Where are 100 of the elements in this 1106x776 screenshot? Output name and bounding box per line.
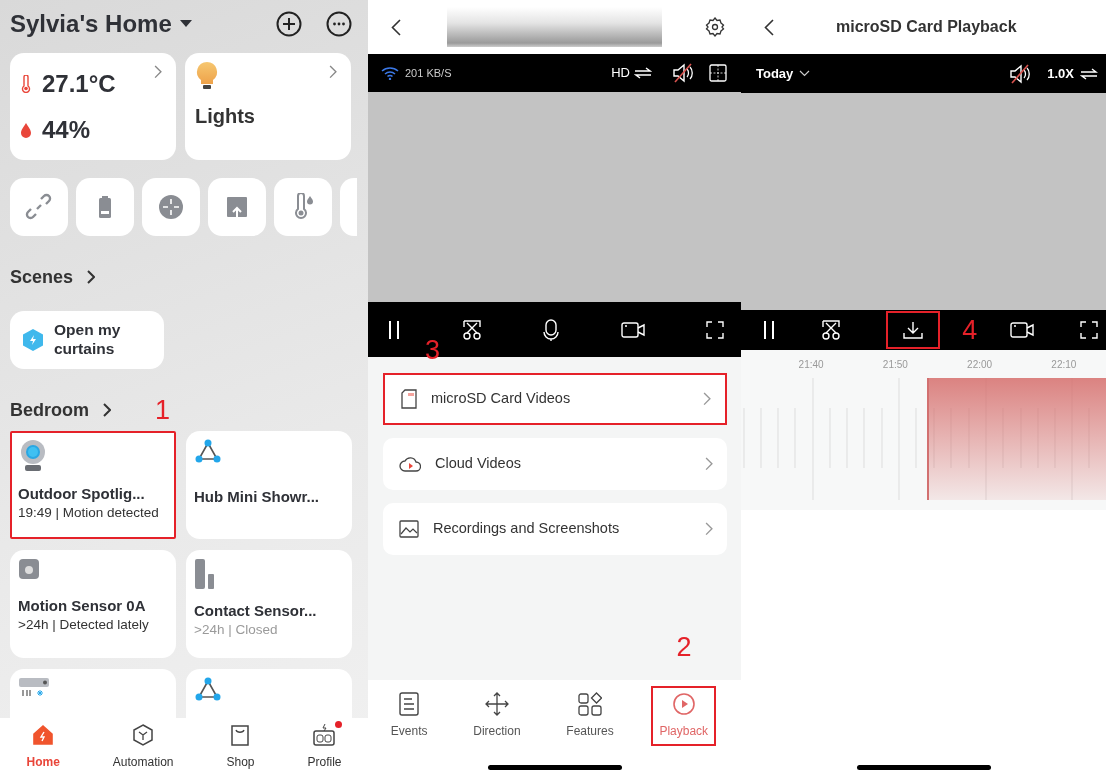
download-icon xyxy=(902,321,923,339)
temperature-reading: 27.1°C xyxy=(42,68,116,99)
cube-icon xyxy=(131,723,156,747)
step-number: 2 xyxy=(676,634,692,661)
pause-icon[interactable] xyxy=(763,320,775,340)
home-title[interactable]: Sylvia's Home xyxy=(10,6,172,42)
hexagon-bolt-icon xyxy=(22,328,44,352)
chevron-down-icon xyxy=(799,70,811,77)
chevron-right-icon xyxy=(154,65,162,79)
hub-icon xyxy=(194,677,222,703)
settings-icon[interactable] xyxy=(705,17,725,37)
shortcut-tile[interactable] xyxy=(76,178,134,236)
crosshair-icon xyxy=(157,193,185,221)
tab-bar-item[interactable]: Shop xyxy=(226,723,255,771)
image-icon xyxy=(399,520,419,538)
date-dropdown[interactable]: Today xyxy=(756,63,811,84)
time-label: 22:00 xyxy=(966,358,994,372)
tab-bar-item[interactable]: Direction xyxy=(465,686,529,746)
section-heading[interactable]: Scenes xyxy=(10,263,74,291)
scissors-icon[interactable] xyxy=(821,320,842,340)
dropdown-caret-icon[interactable] xyxy=(179,20,192,28)
device-card[interactable]: Contact Sensor... >24h | Closed xyxy=(186,550,352,658)
shortcut-tile[interactable] xyxy=(274,178,332,236)
screen-title: microSD Card Playback xyxy=(836,17,1017,37)
device-name: Motion Sensor 0A xyxy=(18,595,147,616)
chevron-right-icon xyxy=(703,392,711,406)
chevron-right-icon[interactable] xyxy=(103,403,111,417)
swap-icon[interactable] xyxy=(634,67,652,79)
device-name: Outdoor Spotlig... xyxy=(18,483,146,504)
tab-bar-item[interactable]: Profile xyxy=(307,723,342,771)
document-icon xyxy=(397,692,422,716)
time-label: 21:50 xyxy=(881,358,909,372)
microphone-icon[interactable] xyxy=(543,318,559,341)
scene-name: Open my curtains xyxy=(54,321,122,359)
robot-icon xyxy=(312,723,337,747)
fullscreen-icon[interactable] xyxy=(1080,321,1098,339)
climate-card[interactable]: 27.1°C 44% xyxy=(10,53,176,160)
shortcut-tile[interactable] xyxy=(208,178,266,236)
fullscreen-icon[interactable] xyxy=(706,320,724,339)
camera-icon xyxy=(18,439,48,473)
chevron-right-icon xyxy=(705,522,713,536)
time-label: 21:40 xyxy=(797,358,825,372)
humidity-drop-icon xyxy=(20,121,32,138)
menu-item[interactable]: Cloud Videos xyxy=(383,438,727,490)
shortcut-tile[interactable] xyxy=(10,178,68,236)
back-icon[interactable] xyxy=(391,18,401,36)
tab-bar-item[interactable]: Features xyxy=(558,686,622,746)
motion-sensor-icon xyxy=(18,558,40,580)
thermometer-icon xyxy=(20,74,32,93)
scene-card[interactable]: Open my curtains xyxy=(10,311,164,369)
cloud-play-icon xyxy=(399,456,421,472)
unlinked-icon xyxy=(25,193,53,221)
device-name: Hub Mini Showr... xyxy=(194,486,320,507)
humidity-reading: 44% xyxy=(42,114,91,145)
swap-icon[interactable] xyxy=(1080,67,1098,80)
shortcut-tile[interactable] xyxy=(142,178,200,236)
device-status: >24h | Detected lately xyxy=(18,617,150,634)
tab-bar-item[interactable]: Automation xyxy=(112,723,174,771)
device-card[interactable]: Outdoor Spotlig... 19:49 | Motion detected xyxy=(10,431,176,539)
tab-bar-item[interactable]: Home xyxy=(26,723,60,771)
section-heading[interactable]: Bedroom xyxy=(10,396,89,424)
add-icon[interactable] xyxy=(276,11,302,37)
chevron-right-icon xyxy=(329,65,337,79)
time-label: 22:10 xyxy=(1050,358,1078,372)
muted-speaker-icon[interactable] xyxy=(1009,63,1032,84)
timeline-track[interactable] xyxy=(741,378,1106,500)
step-number: 4 xyxy=(962,316,978,344)
tab-bar-item[interactable]: Events xyxy=(382,686,436,746)
chevron-right-icon xyxy=(705,457,713,471)
wifi-icon xyxy=(381,66,399,80)
bitrate-label: 201 KB/S xyxy=(405,65,452,81)
menu-item[interactable]: Recordings and Screenshots xyxy=(383,503,727,555)
split-screen-icon[interactable] xyxy=(709,64,727,82)
download-button[interactable] xyxy=(887,313,938,347)
step-number: 1 xyxy=(155,396,171,424)
video-camera-icon[interactable] xyxy=(1009,322,1034,338)
menu-item[interactable]: microSD Card Videos xyxy=(383,373,727,425)
back-icon[interactable] xyxy=(764,18,774,36)
light-bulb-icon xyxy=(195,61,219,91)
chevron-right-icon[interactable] xyxy=(87,270,96,284)
speed-label[interactable]: 1.0X xyxy=(1047,63,1074,84)
hub-icon xyxy=(194,439,222,465)
lights-label: Lights xyxy=(195,104,256,129)
lights-card[interactable]: Lights xyxy=(185,53,351,160)
device-status: >24h | Closed xyxy=(194,622,279,639)
sd-card-icon xyxy=(401,389,417,409)
muted-speaker-icon[interactable] xyxy=(672,63,694,83)
house-icon xyxy=(31,723,56,747)
more-icon[interactable] xyxy=(326,11,352,37)
device-card[interactable]: Motion Sensor 0A >24h | Detected lately xyxy=(10,550,176,658)
pause-icon[interactable] xyxy=(388,319,400,340)
replay-icon xyxy=(671,692,696,716)
move-arrows-icon xyxy=(484,692,509,716)
scissors-icon[interactable] xyxy=(461,319,482,340)
device-card[interactable]: Hub Mini Showr... xyxy=(186,431,352,539)
device-name: Contact Sensor... xyxy=(194,600,318,621)
video-camera-icon[interactable] xyxy=(620,321,645,338)
grid-icon xyxy=(578,692,602,716)
device-status: 19:49 | Motion detected xyxy=(18,505,160,522)
quality-label[interactable]: HD xyxy=(611,63,630,83)
